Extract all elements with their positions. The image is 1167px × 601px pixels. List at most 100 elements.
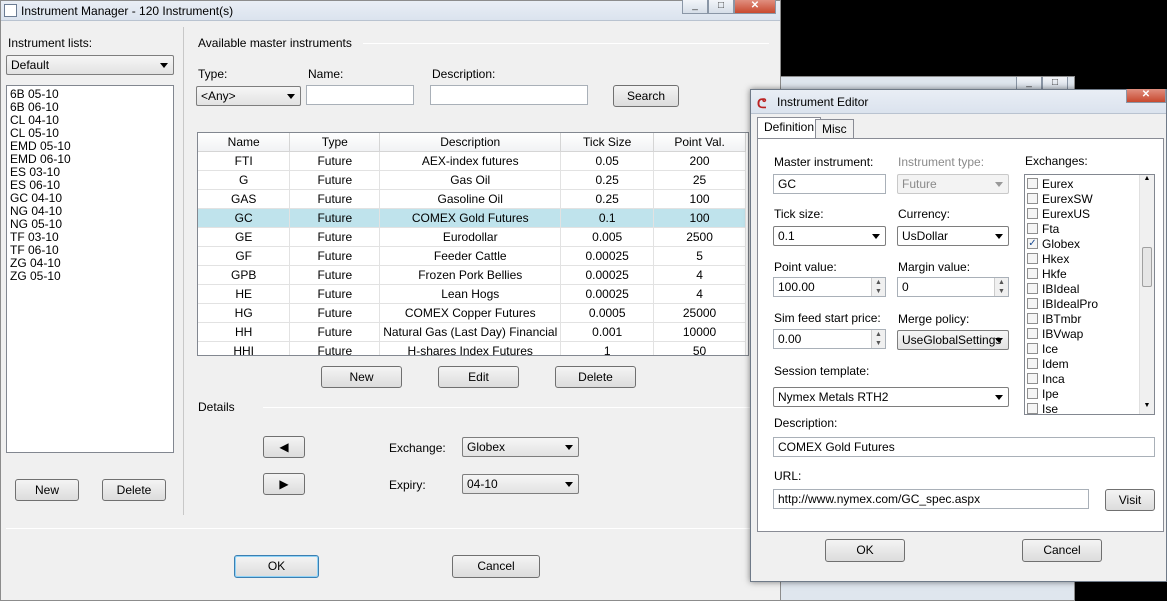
exchange-item[interactable]: EurexSW — [1025, 191, 1154, 206]
maximize-icon[interactable]: □ — [708, 0, 734, 14]
table-edit-button[interactable]: Edit — [438, 366, 519, 388]
description-input[interactable] — [430, 85, 588, 105]
checkbox-icon[interactable] — [1027, 358, 1038, 369]
checkbox-icon[interactable] — [1027, 343, 1038, 354]
column-header[interactable]: Description — [379, 133, 562, 152]
scroll-up-icon[interactable]: ▲ — [1140, 175, 1154, 187]
editor-ok-button[interactable]: OK — [825, 539, 905, 562]
checkbox-icon[interactable] — [1027, 253, 1038, 264]
list-item[interactable]: ZG 05-10 — [7, 270, 173, 283]
list-new-button[interactable]: New — [15, 479, 79, 501]
spin-up-icon[interactable]: ▲ — [872, 278, 885, 287]
close-icon[interactable]: ✕ — [734, 0, 776, 14]
tab-definition[interactable]: Definition — [757, 117, 822, 139]
sim-feed-input[interactable]: 0.00 ▲ ▼ — [773, 329, 886, 349]
visit-button[interactable]: Visit — [1105, 489, 1155, 511]
exchange-item[interactable]: ✓ Globex — [1025, 236, 1154, 251]
exchange-item[interactable]: IBIdealPro — [1025, 296, 1154, 311]
master-instrument-input[interactable]: GC — [773, 174, 886, 194]
editor-cancel-button[interactable]: Cancel — [1022, 539, 1102, 562]
exchanges-scrollbar[interactable]: ▲ ▼ — [1139, 175, 1154, 414]
exchange-item[interactable]: Ise — [1025, 401, 1154, 414]
exchange-item[interactable]: EurexUS — [1025, 206, 1154, 221]
instrument-editor-titlebar[interactable]: ᕦ Instrument Editor ✕ — [751, 89, 1166, 114]
exchange-item[interactable]: IBIdeal — [1025, 281, 1154, 296]
search-button[interactable]: Search — [613, 85, 679, 107]
table-row[interactable]: HHI Future H-shares Index Futures 1 50 — [198, 341, 746, 355]
table-row[interactable]: GE Future Eurodollar 0.005 2500 — [198, 227, 746, 247]
checkbox-icon[interactable] — [1027, 193, 1038, 204]
currency-dropdown[interactable]: UsDollar — [897, 226, 1009, 246]
tab-misc[interactable]: Misc — [815, 119, 854, 139]
spin-down-icon[interactable]: ▼ — [872, 287, 885, 296]
checkbox-icon[interactable] — [1027, 403, 1038, 414]
exchange-item[interactable]: Idem — [1025, 356, 1154, 371]
type-dropdown[interactable]: <Any> — [196, 86, 301, 106]
checkbox-icon[interactable] — [1027, 313, 1038, 324]
spin-up-icon[interactable]: ▲ — [995, 278, 1008, 287]
table-delete-button[interactable]: Delete — [555, 366, 636, 388]
exchange-item[interactable]: IBVwap — [1025, 326, 1154, 341]
checkbox-icon[interactable] — [1027, 283, 1038, 294]
next-button[interactable]: ▶ — [263, 473, 305, 495]
exchange-item[interactable]: Eurex — [1025, 176, 1154, 191]
margin-value-spinner[interactable]: ▲ ▼ — [994, 278, 1008, 296]
checkbox-icon[interactable] — [1027, 178, 1038, 189]
sim-feed-spinner[interactable]: ▲ ▼ — [871, 330, 885, 348]
column-header[interactable]: Name — [198, 133, 291, 152]
exchange-item[interactable]: Fta — [1025, 221, 1154, 236]
column-header[interactable]: Tick Size — [560, 133, 655, 152]
table-new-button[interactable]: New — [321, 366, 402, 388]
cancel-button[interactable]: Cancel — [452, 555, 540, 578]
table-row[interactable]: HG Future COMEX Copper Futures 0.0005 25000 — [198, 303, 746, 323]
scroll-down-icon[interactable]: ▼ — [1140, 402, 1154, 414]
checkbox-icon[interactable] — [1027, 268, 1038, 279]
checkbox-icon[interactable] — [1027, 223, 1038, 234]
tick-size-dropdown[interactable]: 0.1 — [773, 226, 886, 246]
point-value-spinner[interactable]: ▲ ▼ — [871, 278, 885, 296]
exchanges-list[interactable]: Eurex EurexSW EurexUS Fta ✓ Globex Hkex Hkfe IBI… — [1024, 174, 1155, 415]
table-row[interactable]: HH Future Natural Gas (Last Day) Financial… — [198, 322, 746, 342]
exchange-item[interactable]: Inca — [1025, 371, 1154, 386]
exchange-item[interactable]: Hkfe — [1025, 266, 1154, 281]
checkbox-icon[interactable]: ✓ — [1027, 238, 1038, 249]
point-value-input[interactable]: 100.00 ▲ ▼ — [773, 277, 886, 297]
checkbox-icon[interactable] — [1027, 373, 1038, 384]
instrument-manager-titlebar[interactable]: Instrument Manager - 120 Instrument(s) _… — [1, 0, 780, 21]
checkbox-icon[interactable] — [1027, 388, 1038, 399]
spin-down-icon[interactable]: ▼ — [995, 287, 1008, 296]
exchange-item[interactable]: IBTmbr — [1025, 311, 1154, 326]
session-template-dropdown[interactable]: Nymex Metals RTH2 — [773, 387, 1009, 407]
exchange-item[interactable]: Ipe — [1025, 386, 1154, 401]
ok-button[interactable]: OK — [234, 555, 319, 578]
table-row[interactable]: FTI Future AEX-index futures 0.05 200 — [198, 151, 746, 171]
editor-description-input[interactable]: COMEX Gold Futures — [773, 437, 1155, 457]
url-input[interactable]: http://www.nymex.com/GC_spec.aspx — [773, 489, 1089, 509]
name-input[interactable] — [306, 85, 414, 105]
minimize-icon[interactable]: _ — [682, 0, 708, 14]
exchange-item[interactable]: Hkex — [1025, 251, 1154, 266]
checkbox-icon[interactable] — [1027, 328, 1038, 339]
table-row[interactable]: HE Future Lean Hogs 0.00025 4 — [198, 284, 746, 304]
table-row[interactable]: GF Future Feeder Cattle 0.00025 5 — [198, 246, 746, 266]
column-header[interactable]: Type — [289, 133, 381, 152]
instrument-list[interactable]: 6B 05-10 6B 06-10 CL 04-10 CL 05-10 EMD 05-1… — [6, 85, 174, 453]
instrument-table[interactable]: Name Type Description Tick Size Point Val. F… — [197, 132, 749, 356]
table-row[interactable]: GC Future COMEX Gold Futures 0.1 100 — [198, 208, 746, 228]
expiry-dropdown[interactable]: 04-10 — [462, 474, 579, 494]
table-row[interactable]: GPB Future Frozen Pork Bellies 0.00025 4 — [198, 265, 746, 285]
list-delete-button[interactable]: Delete — [102, 479, 166, 501]
spin-up-icon[interactable]: ▲ — [872, 330, 885, 339]
checkbox-icon[interactable] — [1027, 208, 1038, 219]
margin-value-input[interactable]: 0 ▲ ▼ — [897, 277, 1009, 297]
column-header[interactable]: Point Val. — [653, 133, 746, 152]
merge-policy-dropdown[interactable]: UseGlobalSettings — [897, 330, 1009, 350]
spin-down-icon[interactable]: ▼ — [872, 339, 885, 348]
scrollbar-thumb[interactable] — [1142, 247, 1152, 287]
exchange-item[interactable]: Ice — [1025, 341, 1154, 356]
checkbox-icon[interactable] — [1027, 298, 1038, 309]
exchange-dropdown[interactable]: Globex — [462, 437, 579, 457]
table-row[interactable]: G Future Gas Oil 0.25 25 — [198, 170, 746, 190]
previous-button[interactable]: ◀ — [263, 436, 305, 458]
close-icon[interactable]: ✕ — [1126, 89, 1166, 103]
